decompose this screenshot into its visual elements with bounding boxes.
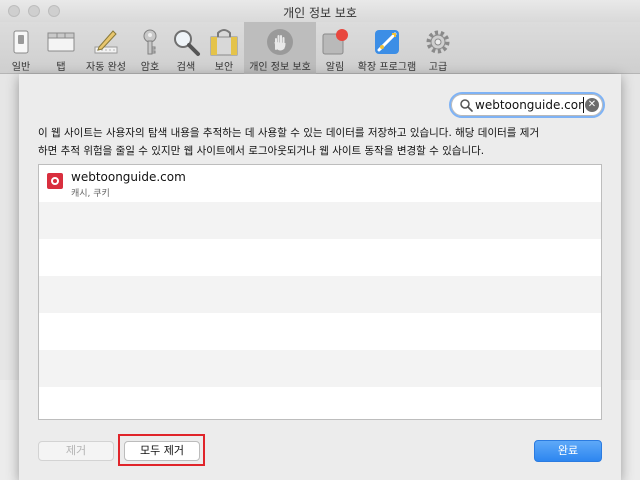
website-data-list[interactable]: webtoonguide.com 캐시, 쿠키 <box>38 164 602 420</box>
title-bar: 개인 정보 보호 <box>0 0 640 22</box>
site-name: webtoonguide.com <box>71 170 186 184</box>
list-row-empty <box>39 239 601 276</box>
explanation-line-2: 하면 추적 위험을 줄일 수 있지만 웹 사이트에서 로그아웃되거나 웹 사이트… <box>38 145 485 157</box>
window-title: 개인 정보 보호 <box>283 6 357 20</box>
tab-autofill[interactable]: 자동 완성 <box>80 22 132 74</box>
tab-passwords[interactable]: 암호 <box>132 22 168 74</box>
tab-privacy-label: 개인 정보 보호 <box>249 62 311 73</box>
privacy-hand-icon <box>267 29 293 55</box>
notification-icon <box>322 29 348 55</box>
site-favicon-icon <box>47 173 63 189</box>
general-switch-icon <box>13 30 29 54</box>
tab-advanced-label: 고급 <box>428 62 448 73</box>
site-data-types: 캐시, 쿠키 <box>71 189 110 199</box>
tab-passwords-label: 암호 <box>140 62 160 73</box>
tab-autofill-label: 자동 완성 <box>86 62 126 73</box>
red-highlight-box <box>118 434 205 466</box>
magnifier-icon <box>174 30 200 56</box>
tab-notifications-label: 알림 <box>325 62 345 73</box>
tab-search-label: 검색 <box>176 62 196 73</box>
tab-security-label: 보안 <box>214 62 234 73</box>
key-icon <box>143 29 157 55</box>
tab-extensions[interactable]: 확장 프로그램 <box>354 22 420 74</box>
tab-search[interactable]: 검색 <box>168 22 204 74</box>
search-icon <box>460 99 473 112</box>
tab-privacy[interactable]: 개인 정보 보호 <box>244 22 316 74</box>
tab-advanced[interactable]: 고급 <box>420 22 456 74</box>
list-row-empty <box>39 276 601 313</box>
tab-general-label: 일반 <box>11 62 31 73</box>
tab-notifications[interactable]: 알림 <box>316 22 354 74</box>
done-button[interactable]: 완료 <box>534 440 602 462</box>
list-row-empty <box>39 313 601 350</box>
list-row-empty <box>39 387 601 419</box>
tab-tabs-label: 탭 <box>56 62 66 73</box>
explanation-line-1: 이 웹 사이트는 사용자의 탐색 내용을 추적하는 데 사용할 수 있는 데이터… <box>38 127 540 139</box>
clear-search-icon[interactable]: ✕ <box>585 98 599 112</box>
tab-security[interactable]: 보안 <box>204 22 244 74</box>
advanced-gear-icon <box>426 30 450 54</box>
tabs-icon <box>47 32 75 52</box>
preferences-toolbar: 일반 탭 자동 완성 암호 검색 보안 개인 정보 보호 알림 확장 프로그램 … <box>0 22 640 74</box>
tab-general[interactable]: 일반 <box>0 22 42 74</box>
tab-tabs[interactable]: 탭 <box>42 22 80 74</box>
extensions-icon <box>375 30 399 54</box>
list-row-empty <box>39 202 601 239</box>
search-input[interactable] <box>475 95 583 115</box>
text-caret <box>583 97 584 113</box>
remove-button[interactable]: 제거 <box>38 441 114 461</box>
autofill-pencil-icon <box>94 30 118 54</box>
tab-extensions-label: 확장 프로그램 <box>357 62 417 73</box>
list-row-empty <box>39 350 601 387</box>
security-lock-icon <box>210 29 238 56</box>
explanation-text: 이 웹 사이트는 사용자의 탐색 내용을 추적하는 데 사용할 수 있는 데이터… <box>38 124 604 160</box>
website-row[interactable]: webtoonguide.com 캐시, 쿠키 <box>39 165 601 202</box>
